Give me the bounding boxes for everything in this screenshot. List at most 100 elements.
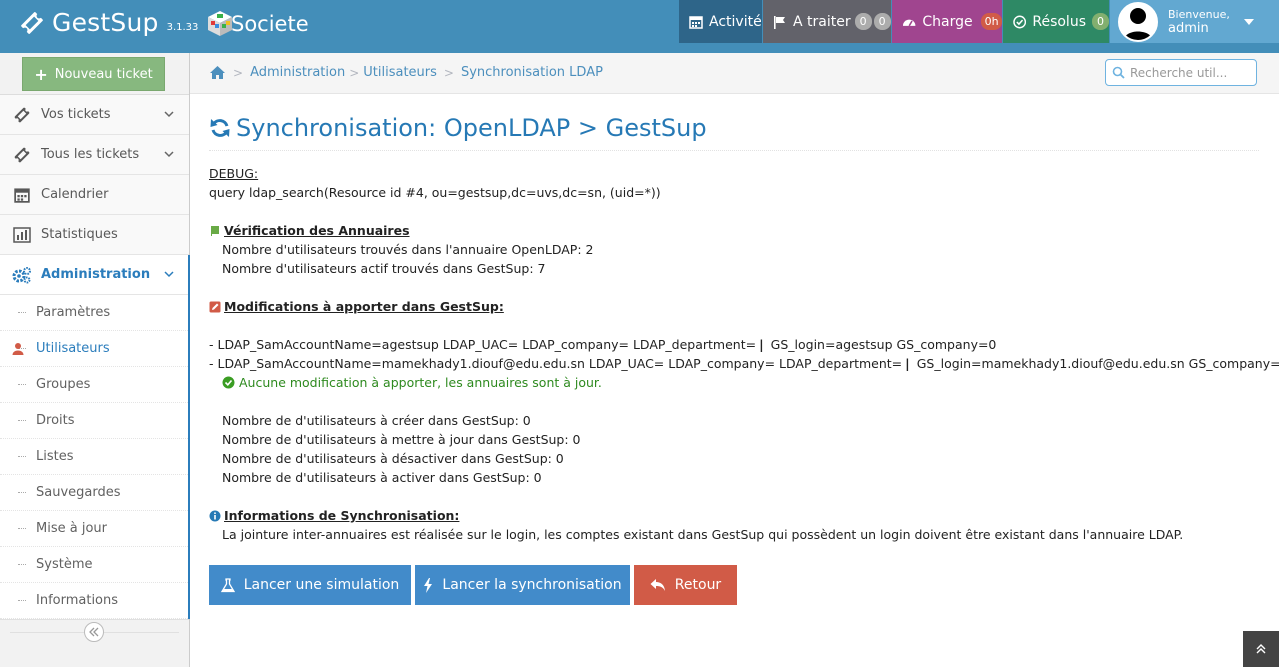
- submenu-item-label: Paramètres: [36, 305, 111, 320]
- caret-down-icon: [1243, 18, 1254, 25]
- info-title: Informations de Synchronisation:: [224, 508, 460, 523]
- breadcrumb-item-utilisateurs[interactable]: Utilisateurs: [363, 65, 437, 80]
- scroll-to-top-button[interactable]: [1243, 631, 1279, 667]
- user-greeting: Bienvenue, admin: [1168, 8, 1230, 36]
- modifications-title: Modifications à apporter dans GestSup:: [224, 299, 504, 314]
- resolus-badge: 0: [1092, 13, 1109, 30]
- main-content: Synchronisation: OpenLDAP > GestSup DEBU…: [190, 95, 1279, 667]
- user-icon: [12, 343, 24, 355]
- calendar-icon: [14, 187, 30, 203]
- submenu-item-label: Mise à jour: [36, 521, 107, 536]
- breadcrumb-separator: >: [233, 65, 244, 80]
- submenu-item-label: Informations: [36, 593, 119, 608]
- synchronize-button[interactable]: Lancer la synchronisation: [415, 565, 630, 605]
- search-icon: [1112, 66, 1125, 79]
- submenu-item-parametres[interactable]: Paramètres: [0, 295, 188, 331]
- breadcrumb-item-administration[interactable]: Administration: [250, 65, 345, 80]
- modification-line-1: - LDAP_SamAccountName=agestsup LDAP_UAC=…: [209, 337, 997, 352]
- page-title: Synchronisation: OpenLDAP > GestSup: [236, 113, 707, 142]
- counts-section: Nombre de d'utilisateurs à créer dans Ge…: [222, 411, 581, 487]
- sidebar: + Nouveau ticket Vos tickets Tous les ti…: [0, 53, 190, 667]
- submenu-item-systeme[interactable]: Système: [0, 547, 188, 583]
- verification-title: Vérification des Annuaires: [224, 223, 410, 238]
- search-placeholder: Recherche util...: [1130, 65, 1228, 80]
- synchronize-label: Lancer la synchronisation: [442, 577, 622, 593]
- modification-line-2: - LDAP_SamAccountName=mamekhady1.diouf@e…: [209, 354, 1279, 373]
- submenu-item-droits[interactable]: Droits: [0, 403, 188, 439]
- info-text: La jointure inter-annuaires est réalisée…: [222, 527, 1184, 542]
- count-update: Nombre de d'utilisateurs à mettre à jour…: [222, 432, 581, 447]
- sidebar-item-vos-tickets[interactable]: Vos tickets: [0, 95, 189, 135]
- flask-icon: [220, 577, 235, 592]
- breadcrumb-separator: >: [443, 65, 454, 80]
- submenu-item-label: Droits: [36, 413, 75, 428]
- info-section: Informations de Synchronisation: La join…: [209, 506, 1183, 544]
- plus-icon: +: [34, 64, 48, 84]
- sidebar-item-calendrier[interactable]: Calendrier: [0, 175, 189, 215]
- submenu-item-label: Sauvegardes: [36, 485, 121, 500]
- refresh-icon: [210, 118, 230, 137]
- modifications-section: Modifications à apporter dans GestSup: -…: [209, 297, 1279, 392]
- bar-chart-icon: [13, 226, 31, 243]
- modification-line-2-gs: GS_login=mamekhady1.diouf@edu.edu.sn GS_…: [912, 356, 1279, 371]
- submenu-item-groupes[interactable]: Groupes: [0, 367, 188, 403]
- collapse-sidebar-button[interactable]: [84, 622, 104, 642]
- calendar-icon: [689, 15, 703, 29]
- brand[interactable]: GestSup 3.1.33: [18, 8, 234, 37]
- debug-query: query ldap_search(Resource id #4, ou=ges…: [209, 185, 661, 200]
- breadcrumb-bar: > Administration > Utilisateurs > Synchr…: [190, 53, 1279, 94]
- submenu-item-mise-a-jour[interactable]: Mise à jour: [0, 511, 188, 547]
- brand-name: GestSup: [52, 8, 159, 37]
- sidebar-item-tous-les-tickets[interactable]: Tous les tickets: [0, 135, 189, 175]
- new-ticket-button[interactable]: + Nouveau ticket: [22, 57, 165, 91]
- info-circle-icon: [209, 510, 221, 521]
- new-ticket-label: Nouveau ticket: [54, 66, 153, 82]
- brand-version: 3.1.33: [166, 22, 199, 33]
- submenu-item-informations[interactable]: Informations: [0, 583, 188, 619]
- submenu-item-label: Groupes: [36, 377, 91, 392]
- flag-icon: [774, 15, 785, 29]
- username: admin: [1168, 20, 1209, 36]
- nav-charge[interactable]: Charge 0h: [892, 0, 1002, 43]
- top-navbar: GestSup 3.1.33 Societe Activité A traite…: [0, 0, 1279, 53]
- user-menu[interactable]: Bienvenue, admin: [1110, 0, 1279, 43]
- breadcrumb-item-sync-ldap[interactable]: Synchronisation LDAP: [461, 65, 603, 80]
- breadcrumb: > Administration > Utilisateurs > Synchr…: [209, 65, 603, 80]
- debug-section: DEBUG: query ldap_search(Resource id #4,…: [209, 164, 661, 202]
- submenu-item-listes[interactable]: Listes: [0, 439, 188, 475]
- simulate-button[interactable]: Lancer une simulation: [209, 565, 411, 605]
- check-circle-icon: [222, 376, 235, 389]
- sidebar-item-statistiques[interactable]: Statistiques: [0, 215, 189, 255]
- submenu-item-sauvegardes[interactable]: Sauvegardes: [0, 475, 188, 511]
- simulate-label: Lancer une simulation: [243, 577, 400, 593]
- chevron-down-icon: [164, 111, 174, 118]
- home-icon[interactable]: [209, 65, 226, 80]
- back-button[interactable]: Retour: [634, 565, 737, 605]
- nav-activite[interactable]: Activité: [679, 0, 762, 43]
- submenu-item-utilisateurs[interactable]: Utilisateurs: [0, 331, 188, 367]
- company-name[interactable]: Societe: [231, 12, 309, 36]
- chevron-down-icon: [164, 151, 174, 158]
- sidebar-item-label: Calendrier: [41, 187, 109, 202]
- nav-a-traiter[interactable]: A traiter 0 0: [763, 0, 891, 43]
- admin-submenu: Paramètres Utilisateurs Groupes Droits L…: [0, 295, 190, 619]
- reply-icon: [650, 579, 665, 591]
- sidebar-collapse-bar: [0, 619, 189, 645]
- sidebar-shortcuts: + Nouveau ticket: [0, 53, 189, 95]
- check-circle-icon: [1013, 15, 1027, 28]
- verification-line-2: Nombre d'utilisateurs actif trouvés dans…: [222, 261, 546, 276]
- nav-charge-label: Charge: [922, 13, 973, 30]
- sidebar-item-administration[interactable]: Administration: [0, 255, 190, 295]
- nav-resolus[interactable]: Résolus 0: [1003, 0, 1109, 43]
- verification-section: Vérification des Annuaires Nombre d'util…: [209, 221, 593, 278]
- search-input[interactable]: Recherche util...: [1105, 59, 1257, 86]
- traiter-badge-2: 0: [873, 13, 891, 30]
- double-chevron-left-icon: [89, 627, 99, 637]
- chevron-down-icon: [164, 271, 174, 278]
- nav-a-traiter-label: A traiter: [793, 13, 851, 30]
- modification-line-2-ldap: - LDAP_SamAccountName=mamekhady1.diouf@e…: [209, 356, 903, 371]
- sidebar-item-label: Vos tickets: [41, 107, 111, 122]
- nav-activite-label: Activité: [709, 13, 762, 30]
- nav-resolus-label: Résolus: [1032, 13, 1086, 30]
- ticket-icon: [14, 147, 30, 162]
